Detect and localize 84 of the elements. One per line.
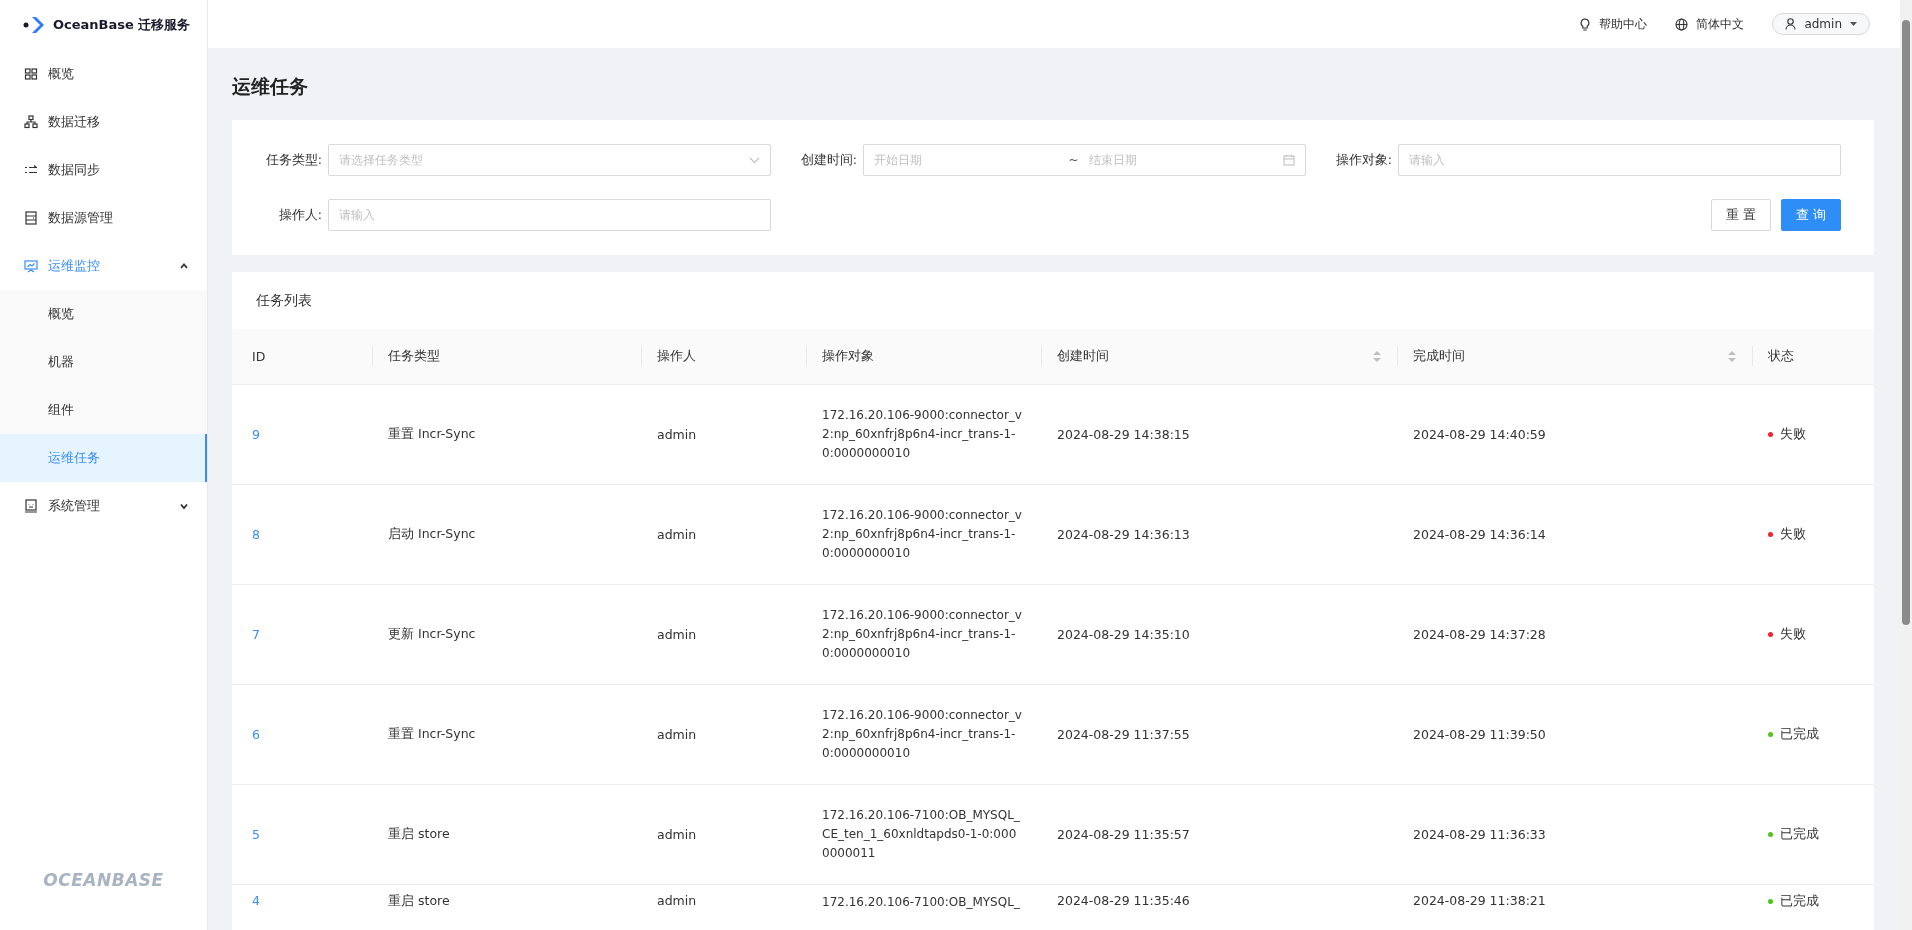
nav-item[interactable]: 数据迁移 (0, 98, 207, 146)
table-cell: 重置 Incr-Sync (388, 726, 476, 743)
monitor-icon (24, 259, 38, 273)
table-cell: 2024-08-29 14:36:14 (1413, 527, 1546, 542)
table-cell: 2024-08-29 14:40:59 (1413, 427, 1546, 442)
table-cell: admin (657, 727, 697, 742)
globe-icon (1675, 17, 1689, 31)
table-cell: 启动 Incr-Sync (388, 526, 476, 543)
server-icon (24, 211, 38, 225)
column-header: ID (251, 348, 267, 366)
table-cell: 2024-08-29 11:35:57 (1057, 827, 1190, 842)
scrollbar[interactable] (1900, 0, 1912, 930)
calendar-icon (1283, 154, 1295, 166)
table-cell: 2024-08-29 11:37:55 (1057, 727, 1190, 742)
table-cell: 2024-08-29 11:38:21 (1413, 893, 1546, 908)
language-menu[interactable]: 简体中文 (1675, 15, 1745, 33)
table-cell: admin (657, 827, 697, 842)
nav-item[interactable]: 概览 (0, 50, 207, 98)
nav-item[interactable]: 数据同步 (0, 146, 207, 194)
help-link[interactable]: 帮助中心 (1579, 15, 1648, 33)
field-label: 操作对象: (1334, 151, 1392, 169)
column-header: 操作对象 (806, 329, 1041, 384)
table-cell: 2024-08-29 14:35:10 (1057, 627, 1190, 642)
page-title: 运维任务 (232, 74, 309, 99)
status-text: 已完成 (1780, 826, 1819, 843)
table-cell: 2024-08-29 11:36:33 (1413, 827, 1546, 842)
column-header: 任务类型 (372, 329, 641, 384)
table-cell-text: 172.16.20.106-7100:OB_MYSQL_ (822, 894, 1020, 911)
footer-logo: OCEANBASE (43, 870, 164, 890)
table-cell: admin (657, 427, 697, 442)
table-title: 任务列表 (255, 291, 313, 310)
status-text: 失败 (1780, 426, 1806, 443)
table-cell: 2024-08-29 11:35:46 (1057, 893, 1190, 908)
caret-icon (1850, 22, 1857, 26)
table-cell: admin (657, 527, 697, 542)
table-cell: 更新 Incr-Sync (388, 626, 476, 643)
nav-subitem[interactable]: 概览 (0, 290, 207, 338)
column-header[interactable]: 创建时间 (1041, 329, 1397, 384)
table-cell: 重启 store (388, 893, 450, 910)
field-label: 任务类型: (264, 151, 322, 169)
table-cell: admin (657, 627, 697, 642)
brand-name: OceanBase 迁移服务 (53, 16, 191, 34)
nav-subitem[interactable]: 机器 (0, 338, 207, 386)
table-cell: 2024-08-29 14:36:13 (1057, 527, 1190, 542)
column-header: 操作人 (641, 329, 806, 384)
field-label: 创建时间: (799, 151, 857, 169)
target-input[interactable]: 请输入 (1398, 144, 1841, 176)
chevron-icon (179, 261, 189, 271)
column-header: 状态 (1752, 329, 1874, 384)
grid-icon (24, 67, 38, 81)
status-text: 失败 (1780, 626, 1806, 643)
nav-item[interactable]: 运维监控 (0, 242, 207, 290)
status-text: 已完成 (1780, 726, 1819, 743)
chevron-icon (749, 156, 760, 164)
status-text: 失败 (1780, 526, 1806, 543)
operator-input[interactable]: 请输入 (328, 199, 771, 231)
date-range-picker[interactable]: 开始日期 ~ 结束日期 (863, 144, 1306, 176)
chevron-icon (179, 501, 189, 511)
table-cell-text: 172.16.20.106-9000:connector_v 2:np_60xnfrj8p6n4-incr_trans-1- 0:0000000010 (822, 407, 1022, 462)
sort-icon[interactable] (1728, 351, 1736, 362)
lightbulb-icon (1579, 17, 1592, 31)
table-cell: 2024-08-29 14:38:15 (1057, 427, 1190, 442)
user-menu[interactable]: admin (1772, 13, 1870, 35)
table-cell-text: 172.16.20.106-9000:connector_v 2:np_60xnfrj8p6n4-incr_trans-1- 0:0000000010 (822, 607, 1022, 662)
table-cell: 2024-08-29 11:39:50 (1413, 727, 1546, 742)
status-text: 已完成 (1780, 893, 1819, 910)
nav-item[interactable]: 数据源管理 (0, 194, 207, 242)
table-cell-text: 172.16.20.106-7100:OB_MYSQL_ CE_ten_1_60xnldtapds0-1-0:000 0000011 (822, 807, 1020, 862)
hierarchy-icon (24, 115, 38, 129)
table-cell: 重启 store (388, 826, 450, 843)
table-cell-text: 172.16.20.106-9000:connector_v 2:np_60xnfrj8p6n4-incr_trans-1- 0:0000000010 (822, 507, 1022, 562)
nav-subitem[interactable]: 组件 (0, 386, 207, 434)
table-cell: 重置 Incr-Sync (388, 426, 476, 443)
field-label: 操作人: (277, 206, 322, 224)
logo-icon (23, 16, 47, 34)
table-cell: 2024-08-29 14:37:28 (1413, 627, 1546, 642)
computer-icon (24, 499, 38, 513)
column-header[interactable]: 完成时间 (1397, 329, 1752, 384)
nav-item[interactable]: 系统管理 (0, 482, 207, 530)
user-icon (1785, 18, 1797, 30)
table-cell: admin (657, 893, 697, 908)
sort-icon[interactable] (1373, 351, 1381, 362)
table-cell-text: 172.16.20.106-9000:connector_v 2:np_60xnfrj8p6n4-incr_trans-1- 0:0000000010 (822, 707, 1022, 762)
reset-button[interactable]: 重 置 (1710, 199, 1771, 231)
